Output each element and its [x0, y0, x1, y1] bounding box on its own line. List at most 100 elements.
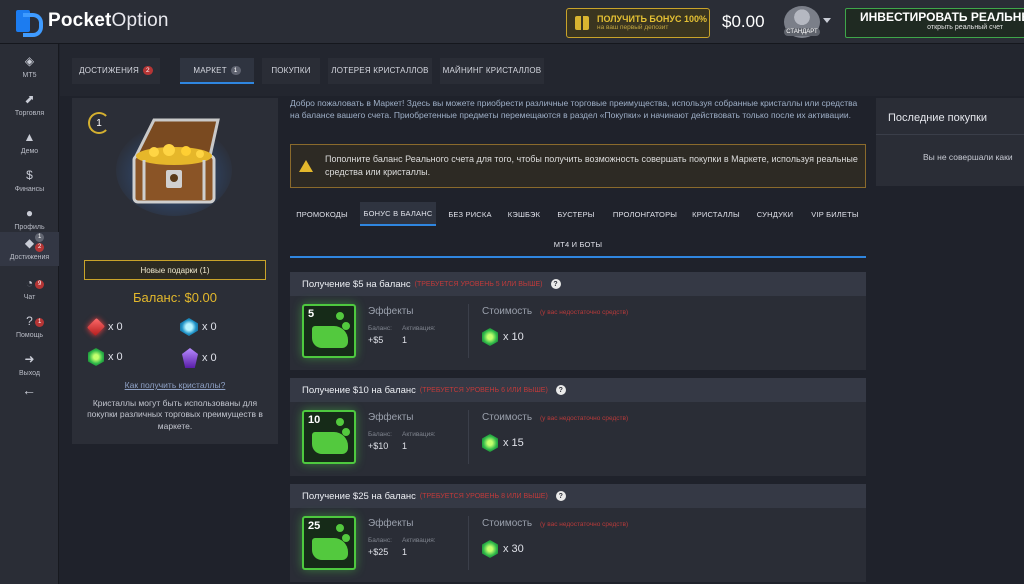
category-chests[interactable]: СУНДУКИ — [750, 202, 800, 226]
help-icon: ? — [26, 314, 33, 328]
recent-purchases-empty: Вы не совершали каки — [923, 152, 1013, 162]
money-hand-icon[interactable]: 10 — [302, 410, 356, 464]
logo-text-bold: Pocket — [48, 10, 112, 31]
offer-requirement: (ТРЕБУЕТСЯ УРОВЕНЬ 8 ИЛИ ВЫШЕ) — [419, 492, 548, 500]
treasure-chest-icon — [116, 118, 232, 216]
cost-value[interactable]: x 15 — [482, 434, 524, 452]
logout-icon: ➜ — [24, 352, 35, 366]
achievements-panel: 1 Новые подарки (1) Баланс: $0.00 x 0 x … — [72, 98, 278, 444]
sidebar-item-label: Чат — [23, 294, 36, 301]
tab-badge: 2 — [143, 65, 153, 75]
logo-icon — [16, 10, 43, 37]
offer-card: Получение $10 на баланс (ТРЕБУЕТСЯ УРОВЕ… — [290, 378, 866, 476]
market-tabs: ДОСТИЖЕНИЯ 2 МАРКЕТ 1 ПОКУПКИ ЛОТЕРЕЯ КР… — [60, 44, 1024, 96]
category-balance-bonus[interactable]: БОНУС В БАЛАНС — [360, 202, 436, 226]
category-boosters[interactable]: БУСТЕРЫ — [552, 202, 600, 226]
logo-text-light: Option — [111, 10, 169, 31]
green-crystal-icon — [482, 434, 498, 452]
help-icon[interactable]: ? — [555, 491, 566, 501]
warning-text: Пополните баланс Реального счета для тог… — [325, 153, 858, 177]
offer-title: Получение $10 на баланс — [302, 384, 416, 396]
help-icon[interactable]: ? — [550, 279, 561, 289]
deposit-warning: Пополните баланс Реального счета для тог… — [290, 144, 866, 188]
chat-icon: ◔ — [25, 276, 34, 290]
sidebar-item-mt5[interactable]: ◈ MT5 — [0, 48, 59, 86]
get-bonus-button[interactable]: ПОЛУЧИТЬ БОНУС 100% на ваш первый депози… — [566, 8, 710, 38]
tab-label: ЛОТЕРЕЯ КРИСТАЛЛОВ — [331, 65, 429, 75]
sidebar-item-demo[interactable]: ▲ Демо — [0, 124, 59, 162]
sidebar-item-label: Финансы — [14, 186, 45, 193]
diamond-icon: ◆ — [24, 236, 35, 250]
activation-value: 1 — [402, 441, 408, 451]
chevron-down-icon[interactable] — [823, 18, 831, 23]
activation-label: Активация: — [402, 325, 436, 332]
activation-label: Активация: — [402, 537, 436, 544]
category-promocodes[interactable]: ПРОМОКОДЫ — [290, 202, 354, 226]
category-vip-tickets[interactable]: VIP БИЛЕТЫ — [804, 202, 866, 226]
sidebar-item-label: Торговля — [14, 110, 45, 117]
top-bar: PocketOption ПОЛУЧИТЬ БОНУС 100% на ваш … — [0, 0, 1024, 44]
sidebar-item-achievements[interactable]: ◆ Достижения — [0, 232, 59, 266]
category-prolongators[interactable]: ПРОЛОНГАТОРЫ — [606, 202, 684, 226]
blue-crystal-icon — [180, 318, 198, 336]
gift-icon — [575, 16, 589, 30]
money-hand-icon[interactable]: 25 — [302, 516, 356, 570]
new-gifts-button[interactable]: Новые подарки (1) — [84, 260, 266, 280]
warning-icon — [299, 160, 313, 172]
sidebar-item-label: Профиль — [14, 224, 45, 231]
help-icon[interactable]: ? — [555, 385, 566, 395]
tab-purchases[interactable]: ПОКУПКИ — [262, 58, 320, 84]
recent-purchases-title: Последние покупки — [888, 112, 988, 124]
sidebar-item-finance[interactable]: $ Финансы — [0, 162, 59, 200]
invest-real-button[interactable]: ИНВЕСТИРОВАТЬ РЕАЛЬНЫЕ открыть реальный … — [845, 8, 1024, 38]
cost-value[interactable]: x 10 — [482, 328, 524, 346]
tab-crystal-lottery[interactable]: ЛОТЕРЕЯ КРИСТАЛЛОВ — [328, 58, 432, 84]
logo[interactable]: PocketOption — [16, 10, 169, 37]
level-indicator: 1 — [88, 112, 110, 134]
category-risk-free[interactable]: БЕЗ РИСКА — [442, 202, 498, 226]
balance-value: +$10 — [368, 441, 389, 451]
category-mt4-bots[interactable]: МТ4 И БОТЫ — [530, 232, 626, 256]
collapse-arrow-icon[interactable]: ← — [22, 382, 36, 398]
balance-label: Баланс: — [368, 431, 392, 438]
cost-label: Стоимость — [482, 412, 533, 423]
offer-card: Получение $5 на баланс (ТРЕБУЕТСЯ УРОВЕН… — [290, 272, 866, 370]
tab-label: МАЙНИНГ КРИСТАЛЛОВ — [442, 65, 542, 75]
effects-label: Эффекты — [368, 306, 414, 317]
balance-value: +$5 — [368, 335, 384, 345]
sidebar-item-trading[interactable]: ⬈ Торговля — [0, 86, 59, 124]
cost-value[interactable]: x 30 — [482, 540, 524, 558]
invest-sub-label: открыть реальный счет — [927, 23, 1003, 31]
green-crystal-icon — [88, 348, 104, 366]
offer-title: Получение $5 на баланс — [302, 278, 411, 290]
offer-amount-label: 25 — [308, 520, 321, 532]
how-to-get-crystals-link[interactable]: Как получить кристаллы? — [72, 380, 278, 390]
purple-crystal-count: x 0 — [182, 348, 217, 368]
tab-label: ДОСТИЖЕНИЯ — [79, 65, 139, 75]
category-crystals[interactable]: КРИСТАЛЛЫ — [688, 202, 744, 226]
offer-requirement: (ТРЕБУЕТСЯ УРОВЕНЬ 6 ИЛИ ВЫШЕ) — [419, 386, 548, 394]
insufficient-funds-note: (у вас недостаточно средств) — [540, 415, 629, 422]
bonus-sub-label: на ваш первый депозит — [597, 24, 669, 32]
market-intro-text: Добро пожаловать в Маркет! Здесь вы може… — [290, 98, 858, 120]
money-hand-icon[interactable]: 5 — [302, 304, 356, 358]
tab-market[interactable]: МАРКЕТ 1 — [180, 58, 254, 84]
account-balance[interactable]: $0.00 — [722, 12, 765, 32]
insufficient-funds-note: (у вас недостаточно средств) — [540, 309, 629, 316]
cost-label: Стоимость — [482, 306, 533, 317]
category-cashback[interactable]: КЭШБЭК — [502, 202, 546, 226]
effects-label: Эффекты — [368, 518, 414, 529]
cost-label: Стоимость — [482, 518, 533, 529]
dollar-icon: $ — [26, 168, 33, 182]
sidebar-item-label: Выход — [19, 370, 40, 377]
tab-crystal-mining[interactable]: МАЙНИНГ КРИСТАЛЛОВ — [440, 58, 544, 84]
sidebar-item-chat[interactable]: ◔ Чат — [0, 270, 59, 308]
sidebar-item-logout[interactable]: ➜ Выход — [0, 346, 59, 384]
bonus-main-label: ПОЛУЧИТЬ БОНУС 100% — [597, 14, 708, 25]
blue-crystal-count: x 0 — [180, 318, 217, 336]
sidebar-item-help[interactable]: ? Помощь — [0, 308, 59, 346]
tab-badge: 1 — [230, 65, 241, 75]
red-crystal-count: x 0 — [86, 317, 123, 337]
categories-underline — [290, 256, 866, 258]
tab-achievements[interactable]: ДОСТИЖЕНИЯ 2 — [72, 58, 160, 84]
